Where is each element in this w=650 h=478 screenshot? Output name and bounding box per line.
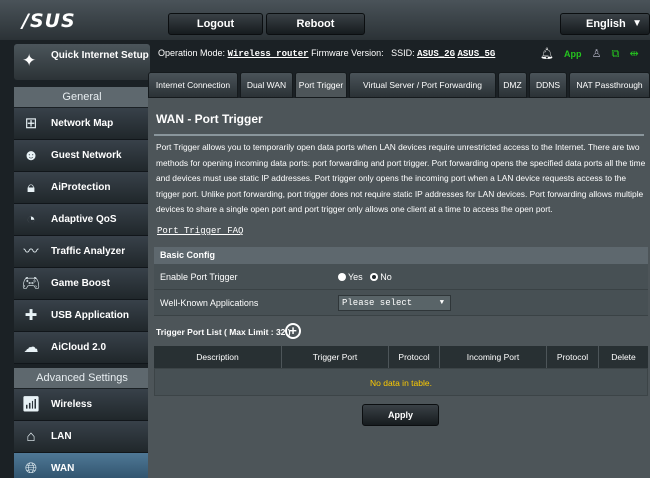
sidebar: ✦ Quick Internet Setup General ⊞ Network…: [14, 44, 150, 478]
firmware-label: Firmware Version:: [311, 48, 384, 58]
asus-logo: /SUS: [22, 10, 76, 32]
enable-port-trigger-radios: Yes No: [338, 264, 392, 290]
col-trigger-port: Trigger Port: [282, 346, 389, 368]
well-known-apps-label: Well-Known Applications: [160, 298, 259, 308]
status-icons: 🔔︎ App ♙ ⧉ ⇹: [540, 47, 646, 61]
reboot-button[interactable]: Reboot: [266, 13, 365, 35]
sidebar-item-traffic-analyzer[interactable]: 〰 Traffic Analyzer: [14, 236, 150, 268]
sidebar-item-label: WAN: [51, 463, 75, 474]
tab-virtual-server[interactable]: Virtual Server / Port Forwarding: [349, 72, 496, 98]
sidebar-item-label: Adaptive QoS: [51, 214, 117, 225]
sidebar-item-usb-application[interactable]: ✚ USB Application: [14, 300, 150, 332]
sidebar-item-guest-network[interactable]: ☻ Guest Network: [14, 140, 150, 172]
logout-button[interactable]: Logout: [168, 13, 263, 35]
sidebar-item-aiprotection[interactable]: 🔒︎ AiProtection: [14, 172, 150, 204]
content-panel: WAN - Port Trigger Port Trigger allows y…: [148, 98, 650, 478]
advanced-settings-header: Advanced Settings: [14, 368, 150, 388]
select-value: Please select: [342, 298, 413, 308]
ssid-label: SSID:: [391, 48, 415, 58]
sidebar-item-label: Network Map: [51, 118, 114, 129]
language-select[interactable]: English ▼: [560, 13, 650, 35]
sidebar-item-label: Wireless: [51, 399, 93, 410]
sidebar-item-label: AiCloud 2.0: [51, 342, 107, 353]
quick-setup-label: Quick Internet Setup: [51, 50, 149, 61]
apply-button[interactable]: Apply: [362, 404, 439, 426]
add-rule-icon[interactable]: +: [285, 323, 301, 339]
chevron-down-icon: ▼: [439, 299, 444, 307]
no-label: No: [380, 272, 392, 282]
col-protocol: Protocol: [389, 346, 440, 368]
basic-config-header: Basic Config: [154, 247, 648, 264]
sidebar-item-lan[interactable]: ⌂ LAN: [14, 421, 150, 453]
magic-wand-icon: ✦: [22, 51, 37, 70]
sidebar-item-label: USB Application: [51, 310, 129, 321]
enable-no-radio[interactable]: No: [370, 272, 392, 282]
page-description: Port Trigger allows you to temporarily o…: [156, 142, 646, 214]
radio-icon: [338, 273, 346, 281]
ssid-2g-link[interactable]: ASUS_2G: [417, 49, 455, 59]
tab-internet-connection[interactable]: Internet Connection: [148, 72, 238, 98]
lock-icon: 🔒︎: [27, 179, 35, 196]
home-icon: ⌂: [26, 428, 36, 445]
globe-icon: 🌐︎: [24, 460, 37, 477]
radio-selected-icon: [370, 273, 379, 281]
ssid-5g-link[interactable]: ASUS_5G: [458, 49, 496, 59]
enable-port-trigger-label: Enable Port Trigger: [160, 272, 238, 282]
well-known-apps-row: Well-Known Applications Please select ▼: [154, 290, 648, 316]
col-protocol-2: Protocol: [547, 346, 599, 368]
wifi-icon: 📶︎: [21, 396, 41, 413]
cloud-house-icon: ☁: [23, 339, 39, 356]
bell-icon[interactable]: 🔔︎: [540, 48, 554, 60]
sidebar-item-label: Game Boost: [51, 278, 110, 289]
tab-port-trigger[interactable]: Port Trigger: [295, 72, 347, 98]
title-divider: [154, 134, 644, 136]
guest-users-icon: ☻: [23, 147, 39, 164]
sidebar-item-wireless[interactable]: 📶︎ Wireless: [14, 389, 150, 421]
puzzle-icon: ✚: [24, 307, 38, 324]
chevron-down-icon: ▼: [632, 18, 642, 29]
trigger-table-empty: No data in table.: [154, 368, 648, 396]
sidebar-item-wan[interactable]: 🌐︎ WAN: [14, 453, 150, 478]
copy-icon[interactable]: ⧉: [612, 48, 620, 60]
tab-dmz[interactable]: DMZ: [498, 72, 527, 98]
col-incoming-port: Incoming Port: [440, 346, 547, 368]
traffic-chart-icon: 〰: [23, 243, 39, 260]
op-mode-label: Operation Mode:: [158, 48, 226, 58]
col-description: Description: [154, 346, 282, 368]
trigger-table-header: Description Trigger Port Protocol Incomi…: [154, 346, 648, 368]
enable-port-trigger-row: Enable Port Trigger Yes No: [154, 264, 648, 290]
tab-nat-passthrough[interactable]: NAT Passthrough: [569, 72, 650, 98]
speedometer-icon: ◔: [26, 211, 36, 228]
tab-dual-wan[interactable]: Dual WAN: [240, 72, 293, 98]
sidebar-item-label: Guest Network: [51, 150, 122, 161]
trigger-port-list-title: Trigger Port List ( Max Limit : 32 ): [156, 327, 291, 337]
sidebar-item-game-boost[interactable]: 🎮︎ Game Boost: [14, 268, 150, 300]
tab-ddns[interactable]: DDNS: [529, 72, 567, 98]
sidebar-item-label: AiProtection: [51, 182, 111, 193]
page-title: WAN - Port Trigger: [156, 112, 263, 126]
port-trigger-faq-link[interactable]: Port Trigger FAQ: [157, 226, 243, 236]
sidebar-item-label: Traffic Analyzer: [51, 246, 126, 257]
sidebar-item-label: LAN: [51, 431, 72, 442]
user-icon[interactable]: ♙: [592, 48, 602, 60]
col-delete: Delete: [611, 352, 636, 362]
enable-yes-radio[interactable]: Yes: [338, 272, 363, 282]
language-label: English: [586, 18, 626, 30]
tab-bar: Internet Connection Dual WAN Port Trigge…: [148, 72, 650, 98]
sidebar-item-aicloud[interactable]: ☁ AiCloud 2.0: [14, 332, 150, 364]
gamepad-icon: 🎮︎: [21, 275, 41, 292]
yes-label: Yes: [348, 272, 363, 282]
quick-internet-setup-button[interactable]: ✦ Quick Internet Setup: [14, 44, 150, 80]
sidebar-item-adaptive-qos[interactable]: ◔ Adaptive QoS: [14, 204, 150, 236]
well-known-apps-select[interactable]: Please select ▼: [338, 295, 451, 311]
general-section-header: General: [14, 87, 150, 107]
usb-icon[interactable]: ⇹: [629, 48, 638, 60]
top-bar: /SUS Logout Reboot English ▼: [0, 0, 650, 40]
network-map-icon: ⊞: [24, 115, 38, 132]
app-link[interactable]: App: [564, 49, 582, 59]
sidebar-item-network-map[interactable]: ⊞ Network Map: [14, 108, 150, 140]
op-mode-link[interactable]: Wireless router: [228, 49, 309, 59]
